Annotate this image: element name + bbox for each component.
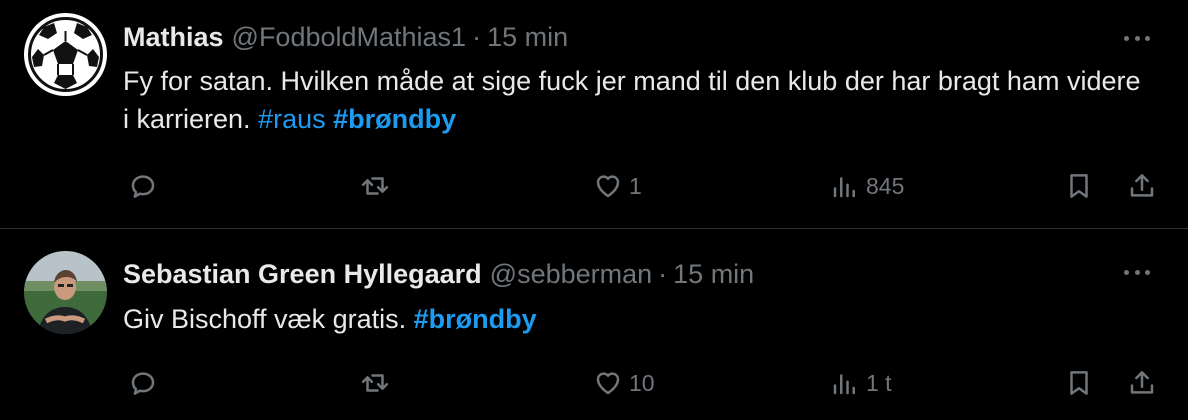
reply-icon — [131, 175, 155, 198]
hashtag-link[interactable]: #raus — [258, 104, 326, 134]
tweet-header: Sebastian Green Hyllegaard @sebberman · … — [123, 256, 754, 292]
reply-icon — [131, 372, 155, 395]
timestamp[interactable]: 15 min — [487, 22, 568, 53]
more-icon[interactable] — [1124, 36, 1150, 44]
display-name[interactable]: Sebastian Green Hyllegaard — [123, 259, 482, 290]
like-count: 10 — [629, 369, 655, 396]
retweet-icon — [361, 374, 389, 392]
views-button[interactable]: 1 t — [830, 363, 892, 403]
like-count: 1 — [629, 172, 642, 199]
share-button[interactable] — [1127, 363, 1157, 403]
like-button[interactable]: 10 — [593, 363, 655, 403]
display-name[interactable]: Mathias — [123, 22, 224, 53]
more-icon[interactable] — [1124, 270, 1150, 278]
hashtag-link[interactable]: #brøndby — [333, 104, 456, 134]
user-handle[interactable]: @sebberman — [490, 259, 653, 290]
bookmark-button[interactable] — [1064, 166, 1094, 206]
like-icon — [596, 372, 620, 395]
bookmark-button[interactable] — [1064, 363, 1094, 403]
like-button[interactable]: 1 — [593, 166, 642, 206]
tweet-header: Mathias @FodboldMathias1 · 15 min — [123, 19, 568, 55]
tweet-text: Giv Bischoff væk gratis. #brøndby — [123, 300, 1143, 338]
bookmark-icon — [1070, 371, 1088, 395]
view-count: 845 — [866, 172, 905, 199]
soccer-ball-icon — [24, 13, 107, 96]
avatar[interactable] — [24, 13, 107, 96]
separator-dot: · — [472, 21, 482, 52]
share-button[interactable] — [1127, 166, 1157, 206]
timestamp[interactable]: 15 min — [673, 259, 754, 290]
retweet-button[interactable] — [360, 166, 396, 206]
reply-button[interactable] — [128, 166, 164, 206]
profile-photo-icon — [24, 251, 107, 334]
view-count: 1 t — [866, 369, 892, 396]
retweet-icon — [361, 177, 389, 195]
like-icon — [596, 175, 620, 198]
tweet[interactable]: Mathias @FodboldMathias1 · 15 min Fy for… — [0, 0, 1188, 229]
views-icon — [833, 374, 855, 395]
reply-button[interactable] — [128, 363, 164, 403]
retweet-button[interactable] — [360, 363, 396, 403]
tweet[interactable]: Sebastian Green Hyllegaard @sebberman · … — [0, 229, 1188, 420]
action-bar: 1 845 — [0, 166, 1188, 206]
share-icon — [1130, 174, 1154, 197]
avatar[interactable] — [24, 251, 107, 334]
bookmark-icon — [1070, 174, 1088, 198]
share-icon — [1130, 371, 1154, 394]
hashtag-link[interactable]: #brøndby — [414, 304, 537, 334]
separator-dot: · — [658, 258, 668, 289]
tweet-body: Giv Bischoff væk gratis. — [123, 304, 407, 334]
views-icon — [833, 177, 855, 198]
views-button[interactable]: 845 — [830, 166, 904, 206]
user-handle[interactable]: @FodboldMathias1 — [232, 22, 467, 53]
action-bar: 10 1 t — [0, 363, 1188, 403]
tweet-text: Fy for satan. Hvilken måde at sige fuck … — [123, 62, 1143, 138]
